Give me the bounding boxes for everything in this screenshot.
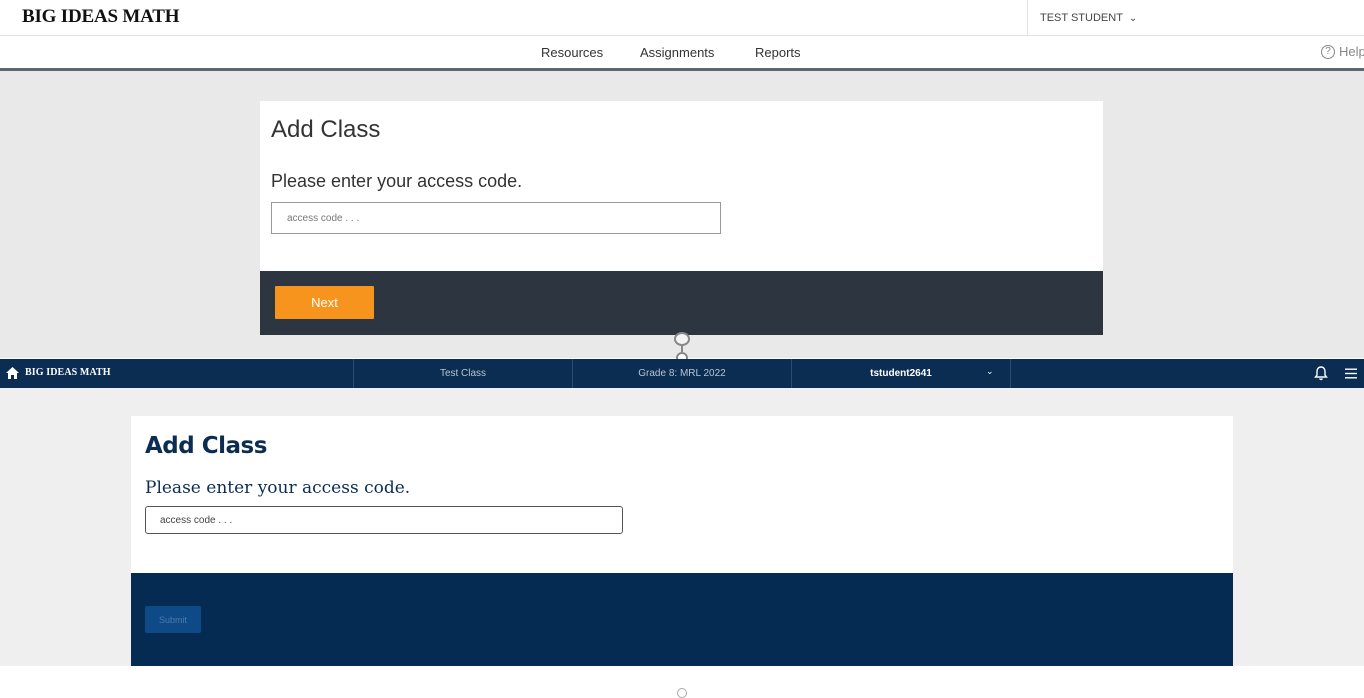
nav-assignments[interactable]: Assignments: [640, 45, 714, 60]
nav-reports[interactable]: Reports: [755, 45, 801, 60]
new-add-class-card: Add Class Please enter your access code.…: [131, 416, 1233, 573]
old-card-title: Add Class: [271, 116, 381, 143]
chevron-down-icon: ⌄: [986, 366, 994, 376]
old-nav: Resources Assignments Reports ? Help: [0, 36, 1364, 68]
compare-slider-handle[interactable]: [674, 332, 690, 346]
new-card-title: Add Class: [145, 433, 267, 459]
submit-button[interactable]: Submit: [145, 606, 201, 633]
old-add-class-card: Add Class Please enter your access code.…: [260, 101, 1103, 271]
new-card-prompt: Please enter your access code.: [145, 478, 411, 498]
old-access-code-input[interactable]: access code . . .: [271, 202, 721, 234]
new-access-code-input[interactable]: access code . . .: [145, 506, 623, 534]
old-header: BIG IDEAS MATH TEST STUDENT ⌄: [0, 0, 1364, 36]
old-card-footer: Next: [260, 271, 1103, 335]
new-logo[interactable]: BIG IDEAS MATH: [25, 367, 111, 378]
new-card-footer: Submit: [131, 573, 1233, 666]
old-logo[interactable]: BIG IDEAS MATH: [22, 6, 180, 28]
user-name: TEST STUDENT: [1040, 12, 1123, 24]
help-link[interactable]: ? Help: [1321, 44, 1364, 59]
next-button[interactable]: Next: [275, 286, 374, 319]
nav-separator: [1010, 359, 1011, 388]
help-icon: ?: [1321, 44, 1335, 59]
help-label: Help: [1339, 44, 1364, 59]
compare-slider-knob-bottom[interactable]: [677, 688, 687, 698]
old-card-prompt: Please enter your access code.: [271, 171, 523, 191]
course-selector[interactable]: Grade 8: MRL 2022: [572, 359, 791, 388]
nav-resources[interactable]: Resources: [541, 45, 603, 60]
user-menu[interactable]: TEST STUDENT ⌄: [1027, 0, 1364, 36]
chevron-down-icon: ⌄: [1128, 12, 1138, 24]
hamburger-menu-icon[interactable]: [1345, 368, 1357, 379]
class-selector[interactable]: Test Class: [353, 359, 572, 388]
home-icon[interactable]: [6, 367, 19, 379]
new-top-bar: BIG IDEAS MATH Test Class Grade 8: MRL 2…: [0, 359, 1364, 388]
bell-icon[interactable]: [1314, 366, 1328, 381]
user-selector[interactable]: tstudent2641: [791, 359, 1010, 388]
